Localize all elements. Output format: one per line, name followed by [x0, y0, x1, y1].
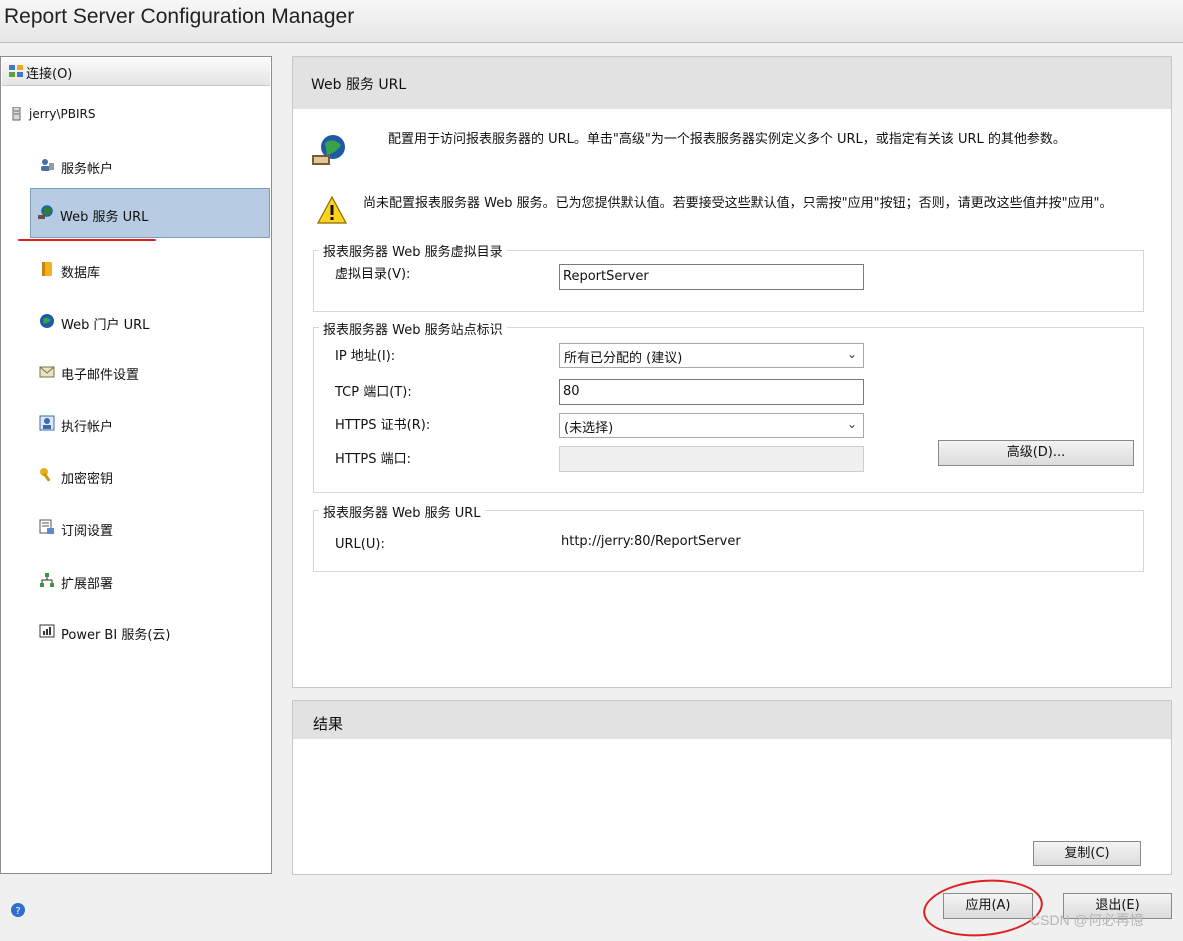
database-icon	[42, 262, 52, 276]
https-port-input[interactable]	[559, 446, 864, 472]
page-title: Web 服务 URL	[311, 77, 407, 93]
warning-text: 尚未配置报表服务器 Web 服务。已为您提供默认值。若要接受这些默认值，只需按"…	[363, 196, 1113, 211]
main-panel: Web 服务 URL 配置用于访问报表服务器的 URL。单击"高级"为一个报表服…	[292, 56, 1172, 688]
advanced-button[interactable]: 高级(D)...	[938, 440, 1134, 466]
main-header: Web 服务 URL	[293, 57, 1171, 109]
connect-icon	[9, 65, 23, 77]
sidebar-item-database[interactable]: 数据库	[31, 245, 271, 293]
url-group-title: 报表服务器 Web 服务 URL	[319, 502, 485, 521]
sidebar-item-label: 执行帐户	[61, 420, 114, 435]
sidebar-item-label: 电子邮件设置	[61, 368, 140, 383]
sidebar-item-email-settings[interactable]: 电子邮件设置	[31, 347, 271, 395]
copy-button[interactable]: 复制(C)	[1033, 841, 1141, 866]
site-group-title: 报表服务器 Web 服务站点标识	[319, 319, 507, 338]
server-name: jerry\PBIRS	[29, 107, 96, 121]
vdir-label: 虚拟目录(V):	[335, 267, 411, 282]
sidebar-item-subscription-settings[interactable]: 订阅设置	[31, 503, 271, 551]
watermark: CSDN @何必再憶	[1030, 912, 1144, 928]
email-icon	[39, 366, 55, 378]
globe-icon	[40, 314, 54, 328]
ip-select[interactable]: 所有已分配的 (建议) ⌄	[559, 343, 864, 368]
annotation-circle	[920, 874, 1046, 941]
tcp-port-label: TCP 端口(T):	[335, 385, 412, 400]
powerbi-icon	[39, 624, 55, 638]
intro-text: 配置用于访问报表服务器的 URL。单击"高级"为一个报表服务器实例定义多个 UR…	[388, 132, 1066, 147]
web-service-url-link[interactable]: http://jerry:80/ReportServer	[561, 534, 741, 549]
connect-button[interactable]: 连接(O)	[2, 58, 270, 86]
sidebar-item-label: Web 服务 URL	[60, 210, 149, 225]
sidebar: 连接(O) jerry\PBIRS 服务帐户 Web 服务 URL 数据库 We…	[0, 56, 272, 874]
chevron-down-icon: ⌄	[846, 347, 857, 361]
sidebar-item-service-account[interactable]: 服务帐户	[31, 141, 271, 189]
warning-icon	[317, 195, 347, 224]
https-cert-select-value: (未选择)	[564, 421, 614, 436]
vdir-input[interactable]: ReportServer	[559, 264, 864, 290]
chevron-down-icon: ⌄	[846, 417, 857, 431]
sidebar-item-label: 服务帐户	[61, 162, 114, 177]
key-icon	[40, 468, 51, 482]
connect-label: 连接(O)	[26, 67, 73, 82]
url-label: URL(U):	[335, 537, 385, 552]
ip-label: IP 地址(I):	[335, 349, 396, 364]
sidebar-item-web-service-url[interactable]: Web 服务 URL	[30, 188, 270, 238]
deployment-icon	[40, 573, 54, 587]
https-cert-select[interactable]: (未选择) ⌄	[559, 413, 864, 438]
https-cert-label: HTTPS 证书(R):	[335, 418, 431, 433]
web-service-globe-icon	[312, 135, 345, 165]
server-icon	[12, 107, 21, 121]
sidebar-item-powerbi-service[interactable]: Power BI 服务(云)	[31, 607, 271, 655]
sidebar-item-scale-out-deployment[interactable]: 扩展部署	[31, 556, 271, 604]
sidebar-item-web-portal-url[interactable]: Web 门户 URL	[31, 297, 271, 345]
svg-text:?: ?	[15, 906, 20, 917]
web-service-icon	[38, 205, 53, 219]
subscription-icon	[39, 519, 54, 534]
window-title: Report Server Configuration Manager	[4, 5, 355, 28]
sidebar-item-encryption-keys[interactable]: 加密密钥	[31, 451, 271, 499]
https-port-label: HTTPS 端口:	[335, 452, 412, 467]
tcp-port-input[interactable]: 80	[559, 379, 864, 405]
sidebar-item-label: 扩展部署	[61, 577, 114, 592]
execution-account-icon	[39, 415, 55, 431]
sidebar-item-label: Web 门户 URL	[61, 318, 150, 333]
sidebar-item-label: 数据库	[61, 266, 101, 281]
title-bar: Report Server Configuration Manager	[0, 0, 1183, 43]
vdir-group-title: 报表服务器 Web 服务虚拟目录	[319, 241, 507, 260]
sidebar-item-label: Power BI 服务(云)	[61, 628, 171, 643]
results-title: 结果	[313, 715, 344, 733]
annotation-underline	[18, 239, 156, 241]
sidebar-item-label: 加密密钥	[61, 472, 114, 487]
sidebar-item-execution-account[interactable]: 执行帐户	[31, 399, 271, 447]
sidebar-item-label: 订阅设置	[61, 524, 114, 539]
results-panel: 结果 复制(C)	[292, 700, 1172, 875]
ip-select-value: 所有已分配的 (建议)	[564, 351, 683, 366]
service-account-icon	[41, 159, 54, 171]
results-header: 结果	[293, 701, 1171, 739]
help-icon[interactable]: ?	[10, 902, 26, 918]
